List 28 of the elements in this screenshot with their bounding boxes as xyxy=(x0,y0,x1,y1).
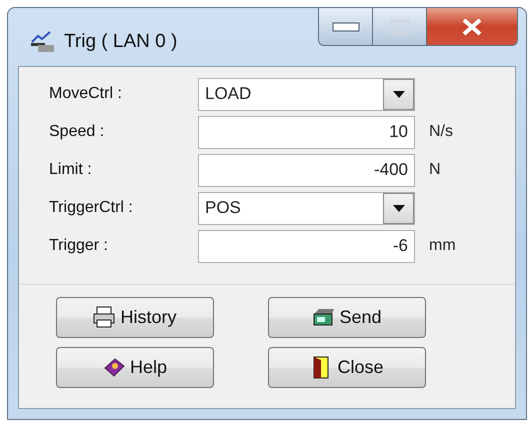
minimize-icon xyxy=(332,22,360,32)
input-field[interactable]: 10 xyxy=(198,116,415,148)
unit-label: N xyxy=(429,160,441,180)
input-field[interactable]: -6 xyxy=(198,230,415,262)
dropdown[interactable]: LOAD xyxy=(198,78,415,110)
field-label: Limit : xyxy=(49,160,93,180)
dropdown-arrow-icon xyxy=(392,90,404,98)
close-icon xyxy=(461,18,483,36)
unit-label: mm xyxy=(429,236,456,256)
dialog-button[interactable]: History xyxy=(56,297,214,338)
field-label: Speed : xyxy=(49,122,106,142)
dropdown[interactable]: POS xyxy=(198,192,415,224)
dialog-button[interactable]: Send xyxy=(268,297,426,338)
maximize-icon xyxy=(390,18,410,34)
field-label: TriggerCtrl : xyxy=(49,198,134,218)
field-label: MoveCtrl : xyxy=(49,84,123,104)
dropdown-arrow-icon xyxy=(392,204,404,212)
chart-icon xyxy=(30,30,56,52)
minimize-button[interactable] xyxy=(319,8,373,45)
close-button[interactable] xyxy=(427,8,517,45)
unit-label: N/s xyxy=(429,122,453,142)
input-field[interactable]: -400 xyxy=(198,154,415,186)
dialog-button[interactable]: Close xyxy=(268,347,426,388)
window-title: Trig ( LAN 0 ) xyxy=(64,30,178,54)
printer-icon xyxy=(93,306,116,329)
field-label: Trigger : xyxy=(49,236,109,256)
dialog-button[interactable]: Help xyxy=(56,347,214,388)
book-icon xyxy=(102,356,126,379)
